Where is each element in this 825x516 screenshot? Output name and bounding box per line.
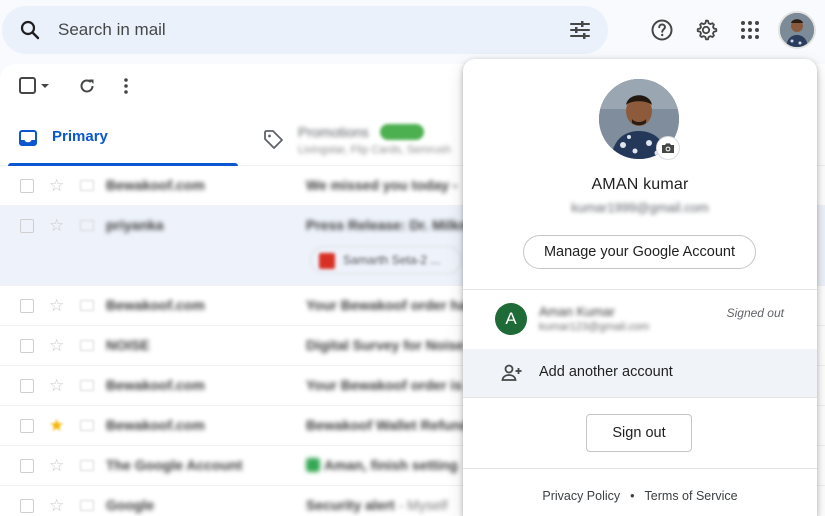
important-marker-icon[interactable] — [80, 300, 94, 311]
tab-promotions[interactable]: Promotions Livingstar, Flip Cards, Semru… — [262, 116, 482, 166]
gear-icon[interactable] — [694, 18, 718, 42]
row-checkbox[interactable] — [20, 499, 34, 513]
important-marker-icon[interactable] — [80, 220, 94, 231]
email-subject: Bewakoof Wallet Refund — [306, 417, 469, 433]
email-subject: Your Bewakoof order ha — [306, 297, 467, 313]
tag-icon — [264, 130, 283, 149]
email-subject-text: Your Bewakoof order is — [306, 377, 463, 393]
email-subject-text: Aman, finish setting — [324, 457, 458, 473]
other-account-name: Aman Kumar — [539, 304, 615, 319]
divider — [463, 397, 817, 398]
inbox-icon — [19, 130, 37, 146]
star-icon[interactable]: ☆ — [49, 177, 64, 194]
star-icon[interactable]: ☆ — [49, 297, 64, 314]
gmail-page: Search in mail Primary Promotions Living… — [0, 0, 825, 516]
change-photo-button[interactable] — [657, 137, 679, 159]
email-subject-text: Security alert — [306, 497, 395, 513]
email-sender: priyanka — [106, 217, 164, 233]
account-email: kumar1999@gmail.com — [571, 200, 709, 215]
refresh-icon[interactable] — [77, 76, 97, 96]
help-icon[interactable] — [650, 18, 674, 42]
new-count-badge — [380, 124, 424, 140]
account-menu-footer: Privacy Policy • Terms of Service — [463, 489, 817, 503]
divider — [463, 468, 817, 469]
chevron-down-icon[interactable] — [38, 76, 52, 96]
email-subject: Digital Survey for Noise — [306, 337, 464, 353]
search-icon[interactable] — [18, 18, 42, 42]
tab-promotions-senders: Livingstar, Flip Cards, Semrush — [298, 144, 451, 156]
add-account-label: Add another account — [539, 364, 673, 380]
star-icon[interactable]: ★ — [49, 417, 64, 434]
select-all-checkbox[interactable] — [18, 76, 38, 96]
check-icon — [306, 458, 320, 472]
attachment-chip[interactable]: Samarth Seta-2 ... — [310, 246, 462, 274]
email-subject-text: Press Release: Dr. Milkman — [306, 217, 489, 233]
privacy-policy-link[interactable]: Privacy Policy — [542, 489, 620, 503]
other-account-item[interactable]: A Aman Kumar kumar123@gmail.com Signed o… — [463, 290, 817, 348]
row-checkbox[interactable] — [20, 419, 34, 433]
star-icon[interactable]: ☆ — [49, 497, 64, 514]
email-sender: Google — [106, 497, 155, 513]
sign-out-button[interactable]: Sign out — [586, 414, 692, 452]
row-checkbox[interactable] — [20, 339, 34, 353]
terms-of-service-link[interactable]: Terms of Service — [645, 489, 738, 503]
add-account-button[interactable]: Add another account — [463, 349, 817, 397]
star-icon[interactable]: ☆ — [49, 337, 64, 354]
email-sender: Bewakoof.com — [106, 177, 205, 193]
email-subject: We missed you today - — [306, 177, 457, 193]
row-checkbox[interactable] — [20, 299, 34, 313]
star-icon[interactable]: ☆ — [49, 217, 64, 234]
account-avatar-button[interactable] — [778, 11, 816, 49]
other-account-avatar: A — [495, 303, 527, 335]
search-input[interactable]: Search in mail — [58, 20, 568, 40]
tab-primary-label: Primary — [52, 128, 108, 145]
email-subject: Your Bewakoof order is — [306, 377, 462, 393]
other-account-email: kumar123@gmail.com — [539, 321, 650, 333]
person-add-icon — [501, 364, 522, 381]
row-checkbox[interactable] — [20, 379, 34, 393]
email-subject: Aman, finish setting — [306, 457, 458, 473]
row-checkbox[interactable] — [20, 219, 34, 233]
email-sender: Bewakoof.com — [106, 377, 205, 393]
email-sender: NOISE — [106, 337, 150, 353]
more-vert-icon[interactable] — [116, 76, 136, 96]
pdf-icon — [319, 253, 335, 269]
tab-promotions-label: Promotions — [298, 124, 369, 140]
camera-icon — [662, 143, 674, 153]
important-marker-icon[interactable] — [80, 180, 94, 191]
important-marker-icon[interactable] — [80, 420, 94, 431]
email-subject-text: Bewakoof Wallet Refund — [306, 417, 469, 433]
important-marker-icon[interactable] — [80, 460, 94, 471]
apps-grid-icon[interactable] — [738, 18, 762, 42]
email-subject-text: Your Bewakoof order ha — [306, 297, 467, 313]
important-marker-icon[interactable] — [80, 380, 94, 391]
account-name: AMAN kumar — [591, 176, 689, 193]
account-menu: AMAN kumar kumar1999@gmail.com Manage yo… — [463, 59, 817, 516]
row-checkbox[interactable] — [20, 459, 34, 473]
tune-icon[interactable] — [568, 18, 592, 42]
important-marker-icon[interactable] — [80, 340, 94, 351]
star-icon[interactable]: ☆ — [49, 377, 64, 394]
email-sender: The Google Account — [106, 457, 243, 473]
avatar-photo — [780, 13, 814, 47]
signed-out-status: Signed out — [726, 306, 784, 320]
email-sender: Bewakoof.com — [106, 297, 205, 313]
email-subject-text: Digital Survey for Noise — [306, 337, 464, 353]
email-subject: Security alert - Myself — [306, 497, 448, 513]
search-bar[interactable]: Search in mail — [2, 6, 608, 54]
email-subject-text: We missed you today - — [306, 177, 458, 193]
email-sender: Bewakoof.com — [106, 417, 205, 433]
important-marker-icon[interactable] — [80, 500, 94, 511]
attachment-name: Samarth Seta-2 ... — [343, 253, 441, 267]
tab-primary[interactable]: Primary — [8, 116, 238, 166]
row-checkbox[interactable] — [20, 179, 34, 193]
mail-toolbar — [0, 64, 200, 108]
star-icon[interactable]: ☆ — [49, 457, 64, 474]
email-subject: Press Release: Dr. Milkman — [306, 217, 488, 233]
footer-separator: • — [630, 489, 635, 503]
manage-account-button[interactable]: Manage your Google Account — [523, 235, 756, 269]
email-snippet: - Myself — [394, 497, 448, 513]
